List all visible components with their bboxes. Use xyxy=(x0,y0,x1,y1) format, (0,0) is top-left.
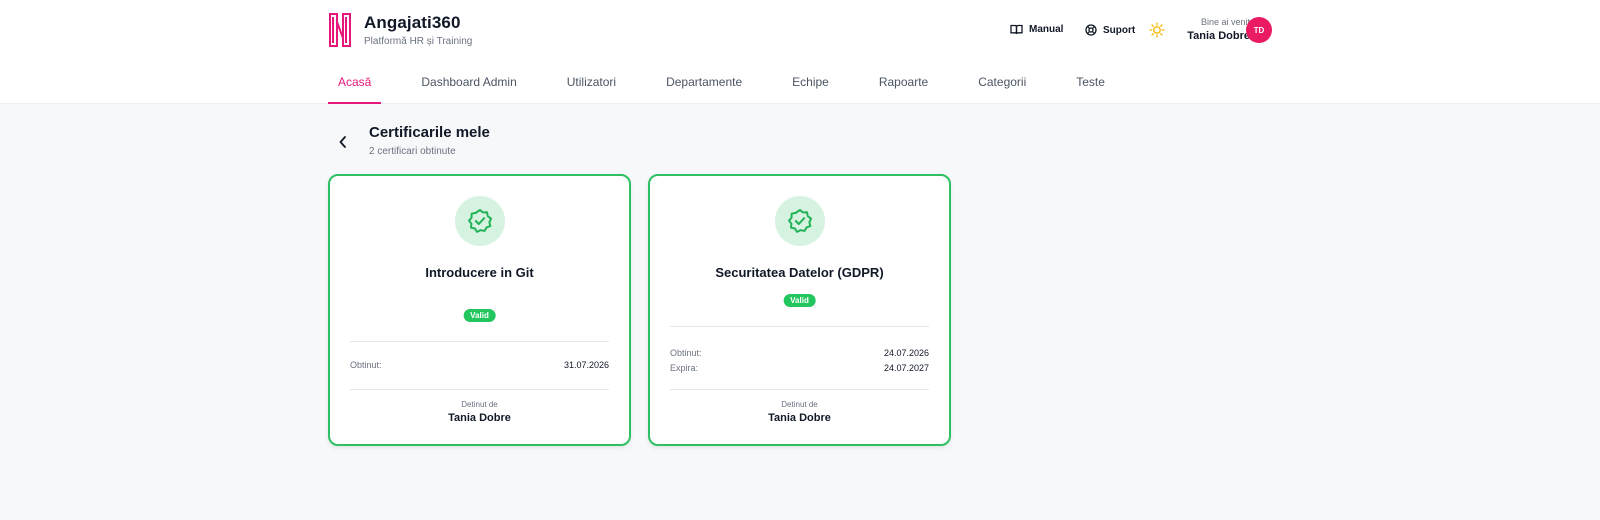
welcome-text: Bine ai venit xyxy=(1200,17,1250,27)
divider xyxy=(670,326,929,327)
expires-row: Expira: 24.07.2027 xyxy=(670,363,929,373)
badge-check-icon xyxy=(467,209,492,233)
manual-label: Manual xyxy=(1029,24,1064,35)
certificate-card[interactable]: Introducere in Git Valid Obtinut: 31.07.… xyxy=(328,174,631,446)
obtained-label: Obtinut: xyxy=(350,360,382,370)
certificate-badge xyxy=(774,196,825,246)
expires-label: Expira: xyxy=(670,363,699,373)
certificate-title: Securitatea Datelor (GDPR) xyxy=(715,265,884,280)
certificate-title: Introducere in Git xyxy=(425,265,534,280)
main-nav: Acasă Dashboard Admin Utilizatori Depart… xyxy=(328,62,1145,104)
page-subtitle: 2 certificari obtinute xyxy=(369,146,456,157)
tab-categorii[interactable]: Categorii xyxy=(968,62,1036,104)
tab-dashboard-admin[interactable]: Dashboard Admin xyxy=(411,62,526,104)
top-header: Angajati360 Platformă HR și Training Man… xyxy=(0,0,1600,104)
tab-acasa[interactable]: Acasă xyxy=(328,62,382,104)
chevron-left-icon xyxy=(339,136,346,148)
manual-button[interactable]: Manual xyxy=(1010,24,1063,35)
logo-icon xyxy=(329,13,351,47)
divider xyxy=(350,341,609,342)
obtained-row: Obtinut: 24.07.2026 xyxy=(670,348,929,358)
book-icon xyxy=(1010,24,1023,35)
lifebuoy-icon xyxy=(1085,24,1097,36)
tab-utilizatori[interactable]: Utilizatori xyxy=(557,62,626,104)
certificate-badge xyxy=(454,196,505,246)
divider xyxy=(670,389,929,390)
suport-button[interactable]: Suport xyxy=(1085,24,1135,36)
status-badge: Valid xyxy=(783,294,816,307)
avatar[interactable]: TD xyxy=(1246,17,1272,43)
certificate-card[interactable]: Securitatea Datelor (GDPR) Valid Obtinut… xyxy=(648,174,951,446)
theme-toggle[interactable] xyxy=(1149,22,1165,43)
obtained-date: 24.07.2026 xyxy=(883,348,929,358)
badge-check-icon xyxy=(787,209,812,233)
expires-date: 24.07.2027 xyxy=(883,363,929,373)
brand-name: Angajati360 xyxy=(364,13,461,32)
holder-label: Detinut de xyxy=(461,400,498,409)
brand-subtitle: Platformă HR și Training xyxy=(364,36,473,47)
page-header: Certificarile mele 2 certificari obtinut… xyxy=(328,124,490,157)
page-title: Certificarile mele xyxy=(369,124,490,141)
status-badge: Valid xyxy=(463,309,496,322)
tab-teste[interactable]: Teste xyxy=(1066,62,1115,104)
tab-echipe[interactable]: Echipe xyxy=(782,62,839,104)
tab-departamente[interactable]: Departamente xyxy=(656,62,752,104)
page-titles: Certificarile mele 2 certificari obtinut… xyxy=(369,124,490,157)
holder-name: Tania Dobre xyxy=(768,412,831,424)
brand[interactable]: Angajati360 Platformă HR și Training xyxy=(328,12,472,48)
holder-label: Detinut de xyxy=(781,400,818,409)
tab-rapoarte[interactable]: Rapoarte xyxy=(869,62,938,104)
obtained-label: Obtinut: xyxy=(670,348,702,358)
brand-text: Angajati360 Platformă HR și Training xyxy=(364,13,472,47)
divider xyxy=(350,389,609,390)
user-greeting: Bine ai venit Tania Dobre xyxy=(1180,17,1250,42)
obtained-row: Obtinut: 31.07.2026 xyxy=(350,360,609,370)
back-button[interactable] xyxy=(328,127,358,157)
sun-icon xyxy=(1149,22,1165,38)
user-name: Tania Dobre xyxy=(1187,30,1250,42)
obtained-date: 31.07.2026 xyxy=(563,360,609,370)
holder-name: Tania Dobre xyxy=(448,412,511,424)
suport-label: Suport xyxy=(1103,24,1136,36)
